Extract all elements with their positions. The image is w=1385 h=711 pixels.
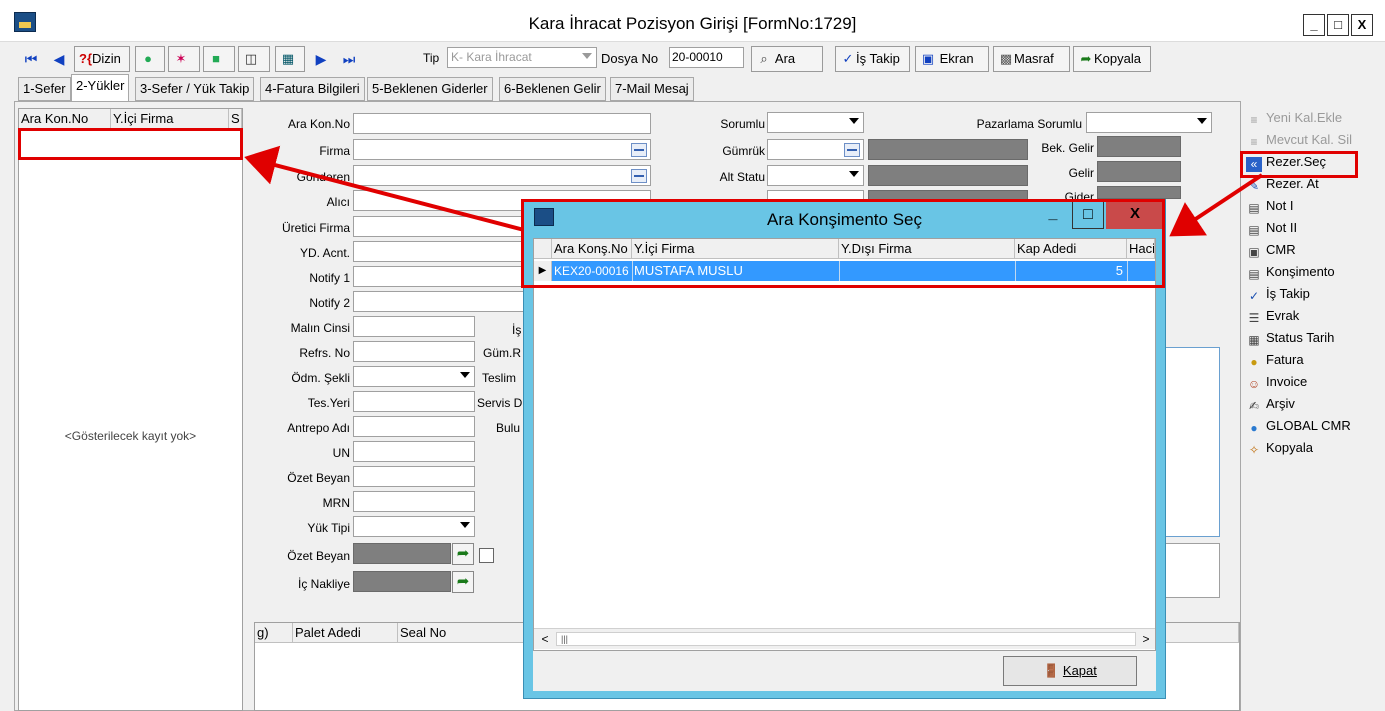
kapat-label: Kapat [1062,663,1097,678]
scrollbar-grip-icon: ||| [561,634,569,644]
exit-door-icon: 🚪 [1043,663,1060,678]
kapat-button[interactable]: 🚪 Kapat [1003,656,1137,686]
scroll-right-icon[interactable]: > [1138,631,1154,647]
arrow-to-dialog [1169,173,1264,237]
arrow-to-empty-row [244,145,529,233]
konsimento-grid[interactable]: Ara Konş.No Y.İçi Firma Y.Dışı Firma Kap… [533,238,1156,651]
dialog-body: Ara Konş.No Y.İçi Firma Y.Dışı Firma Kap… [533,238,1156,691]
highlight-dialog-row [521,199,1165,288]
scrollbar-thumb[interactable]: ||| [556,632,1136,646]
scroll-left-icon[interactable]: < [537,631,553,647]
horizontal-scrollbar[interactable]: < ||| > [534,628,1155,649]
